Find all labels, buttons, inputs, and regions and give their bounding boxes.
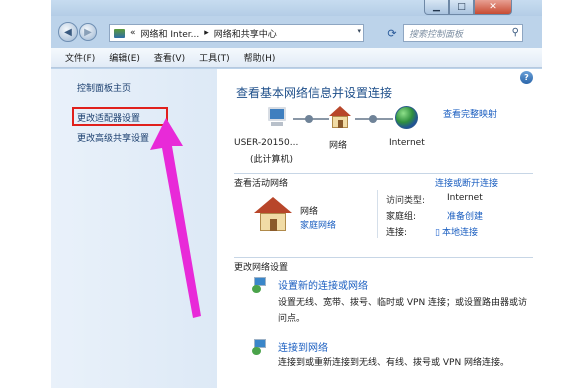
search-input[interactable]: 搜索控制面板 ⚲	[403, 24, 523, 42]
connection-row[interactable]: ▯ 本地连接	[435, 225, 478, 238]
close-button[interactable]: ✕	[474, 0, 512, 15]
menu-file[interactable]: 文件(F)	[65, 51, 95, 64]
house-door	[270, 219, 277, 231]
address-dropdown-icon[interactable]: ▾	[357, 27, 361, 35]
main-content: ? 查看基本网络信息并设置连接 查看完整映射 USER-20150... (此计…	[217, 69, 542, 388]
local-connection-link[interactable]: 本地连接	[442, 228, 478, 238]
maximize-button[interactable]: □	[449, 0, 474, 15]
minimize-icon: ▁	[433, 2, 440, 12]
house-icon[interactable]	[329, 106, 351, 128]
plug-icon: ▯	[435, 228, 440, 238]
node-network-label: 网络	[329, 141, 348, 151]
house-roof	[329, 106, 351, 116]
connect-to-network-link[interactable]: 连接到网络	[278, 339, 328, 354]
network-house-icon	[254, 197, 292, 231]
page-title: 查看基本网络信息并设置连接	[236, 86, 393, 100]
back-icon: ◀	[64, 26, 72, 38]
computer-icon[interactable]	[265, 107, 289, 129]
search-icon[interactable]: ⚲	[512, 27, 519, 38]
breadcrumb-separator[interactable]: ▸	[204, 28, 209, 38]
maximize-icon: □	[457, 2, 466, 12]
connection-key: 连接:	[386, 228, 408, 238]
menu-view[interactable]: 查看(V)	[154, 51, 185, 64]
node-computer-label: USER-20150...	[234, 138, 299, 148]
menu-tools[interactable]: 工具(T)	[199, 51, 230, 64]
house-roof	[254, 197, 292, 213]
menu-edit[interactable]: 编辑(E)	[109, 51, 140, 64]
computer-screen	[268, 107, 286, 121]
network-folder-icon	[114, 28, 125, 38]
help-icon: ?	[524, 73, 529, 82]
setup-connection-desc: 设置无线、宽带、拨号、临时或 VPN 连接；或设置路由器或访问点。	[278, 298, 528, 324]
house-door	[338, 120, 343, 128]
change-settings-label: 更改网络设置	[234, 263, 289, 273]
node-computer-sub: (此计算机)	[250, 155, 294, 165]
network-task-icon	[252, 339, 268, 355]
globe-shape	[252, 347, 261, 355]
connect-disconnect-link[interactable]: 连接或断开连接	[435, 176, 498, 189]
refresh-icon: ⟳	[387, 26, 397, 40]
homegroup-key: 家庭组:	[386, 212, 417, 222]
sidebar-item-advanced-sharing[interactable]: 更改高级共享设置	[77, 131, 149, 144]
window-controls: ▁ □ ✕	[424, 0, 512, 15]
forward-icon: ▶	[84, 26, 92, 38]
network-task-icon	[252, 277, 268, 293]
globe-icon[interactable]	[395, 106, 418, 129]
minimize-button[interactable]: ▁	[424, 0, 449, 15]
menu-help[interactable]: 帮助(H)	[244, 51, 276, 64]
breadcrumb-sharing-center[interactable]: 网络和共享中心	[214, 27, 277, 40]
back-button[interactable]: ◀	[58, 22, 78, 42]
network-name: 网络	[300, 207, 319, 217]
explorer-window: ▁ □ ✕ ◀ ▶ « 网络和 Inter... ▸ 网络和共享中心 ▾ ⟳ 搜…	[51, 0, 542, 388]
divider	[234, 173, 533, 174]
homegroup-link[interactable]: 准备创建	[447, 209, 483, 222]
access-type-key: 访问类型:	[386, 196, 426, 206]
globe-shape	[252, 285, 261, 293]
map-dot	[305, 115, 313, 123]
access-type-row: 访问类型:	[386, 193, 425, 206]
title-bar: ▁ □ ✕	[51, 0, 542, 16]
close-icon: ✕	[489, 2, 497, 12]
column-divider	[377, 190, 378, 238]
sidebar: 控制面板主页 更改适配器设置 更改高级共享设置	[51, 69, 217, 388]
divider	[234, 257, 533, 258]
breadcrumb-network-internet[interactable]: 网络和 Inter...	[141, 27, 200, 40]
view-full-map-link[interactable]: 查看完整映射	[443, 107, 497, 120]
refresh-button[interactable]: ⟳	[383, 24, 401, 42]
sidebar-item-change-adapter-settings[interactable]: 更改适配器设置	[77, 111, 140, 124]
setup-connection-link[interactable]: 设置新的连接或网络	[278, 277, 368, 292]
menu-bar: 文件(F) 编辑(E) 查看(V) 工具(T) 帮助(H)	[51, 48, 542, 68]
help-button[interactable]: ?	[520, 71, 533, 84]
connect-to-network-desc: 连接到或重新连接到无线、有线、拨号或 VPN 网络连接。	[278, 358, 510, 368]
navigation-bar: ◀ ▶ « 网络和 Inter... ▸ 网络和共享中心 ▾ ⟳ 搜索控制面板 …	[51, 18, 542, 46]
network-type-link[interactable]: 家庭网络	[300, 218, 336, 231]
node-internet-label: Internet	[389, 138, 425, 148]
address-prefix[interactable]: «	[130, 28, 136, 38]
sidebar-item-control-panel-home[interactable]: 控制面板主页	[77, 81, 131, 94]
map-dot	[369, 115, 377, 123]
active-networks-label: 查看活动网络	[234, 179, 289, 189]
forward-button[interactable]: ▶	[79, 23, 97, 41]
search-placeholder: 搜索控制面板	[409, 29, 464, 40]
access-type-value: Internet	[447, 193, 483, 203]
computer-base	[271, 122, 283, 126]
address-bar[interactable]: « 网络和 Inter... ▸ 网络和共享中心 ▾	[109, 24, 364, 42]
